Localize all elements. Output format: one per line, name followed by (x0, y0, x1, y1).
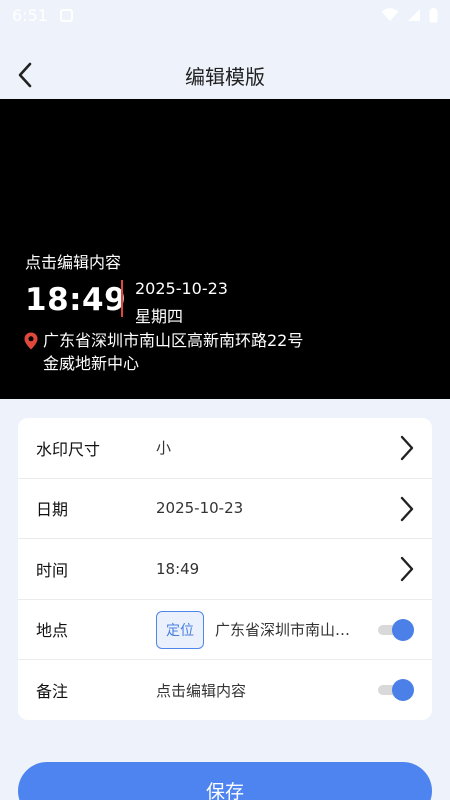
preview-date: 2025-10-23 (135, 279, 228, 298)
chevron-right-icon (400, 496, 414, 521)
status-time: 6:51 (12, 5, 48, 25)
save-button[interactable]: 保存 (18, 762, 432, 800)
remark-toggle[interactable] (378, 679, 414, 701)
watermark-preview[interactable]: 点击编辑内容 18:49 2025-10-23 星期四 广东省深圳市南山区高新南… (0, 99, 450, 399)
wifi-icon (381, 8, 399, 21)
row-value: 2025-10-23 (156, 499, 244, 518)
notification-icon (59, 8, 73, 22)
preview-weekday: 星期四 (135, 307, 184, 326)
location-value[interactable]: 广东省深圳市南山区高新南环路22号 (215, 619, 365, 640)
preview-time: 18:49 (25, 282, 127, 318)
row-remark: 备注 点击编辑内容 (18, 660, 432, 720)
locate-button[interactable]: 定位 (156, 610, 204, 649)
row-label: 备注 (36, 682, 69, 702)
row-label: 日期 (36, 500, 69, 520)
location-toggle[interactable] (378, 618, 414, 641)
chevron-left-icon (18, 62, 32, 88)
preview-divider (121, 280, 123, 317)
preview-address: 广东省深圳市南山区高新南环路22号 金威地新中心 (43, 329, 333, 375)
signal-icon (408, 9, 420, 21)
app-bar: 编辑模版 (0, 48, 450, 102)
back-button[interactable] (10, 60, 40, 90)
remark-value[interactable]: 点击编辑内容 (156, 680, 246, 701)
toggle-thumb (392, 679, 414, 701)
row-label: 地点 (36, 621, 69, 641)
preview-note[interactable]: 点击编辑内容 (25, 249, 121, 273)
toggle-thumb (392, 618, 414, 641)
page-title: 编辑模版 (185, 64, 265, 89)
row-value: 18:49 (156, 559, 200, 578)
row-time[interactable]: 时间 18:49 (18, 539, 432, 600)
row-watermark-size[interactable]: 水印尺寸 小 (18, 418, 432, 479)
status-indicators (381, 7, 438, 23)
preview-address-line1: 广东省深圳市南山区高新南环路22号 (43, 331, 304, 350)
location-pin-icon (24, 332, 38, 350)
settings-card: 水印尺寸 小 日期 2025-10-23 时间 18:49 地点 定位 广东省深… (18, 418, 432, 720)
chevron-right-icon (400, 556, 414, 582)
status-bar: 6:51 (0, 0, 450, 30)
row-location: 地点 定位 广东省深圳市南山区高新南环路22号 (18, 600, 432, 660)
chevron-right-icon (400, 435, 414, 461)
preview-address-line2: 金威地新中心 (43, 354, 140, 373)
row-date[interactable]: 日期 2025-10-23 (18, 479, 432, 539)
battery-icon (429, 7, 438, 22)
row-label: 水印尺寸 (36, 439, 101, 459)
row-value: 小 (156, 439, 172, 458)
row-label: 时间 (36, 560, 69, 580)
